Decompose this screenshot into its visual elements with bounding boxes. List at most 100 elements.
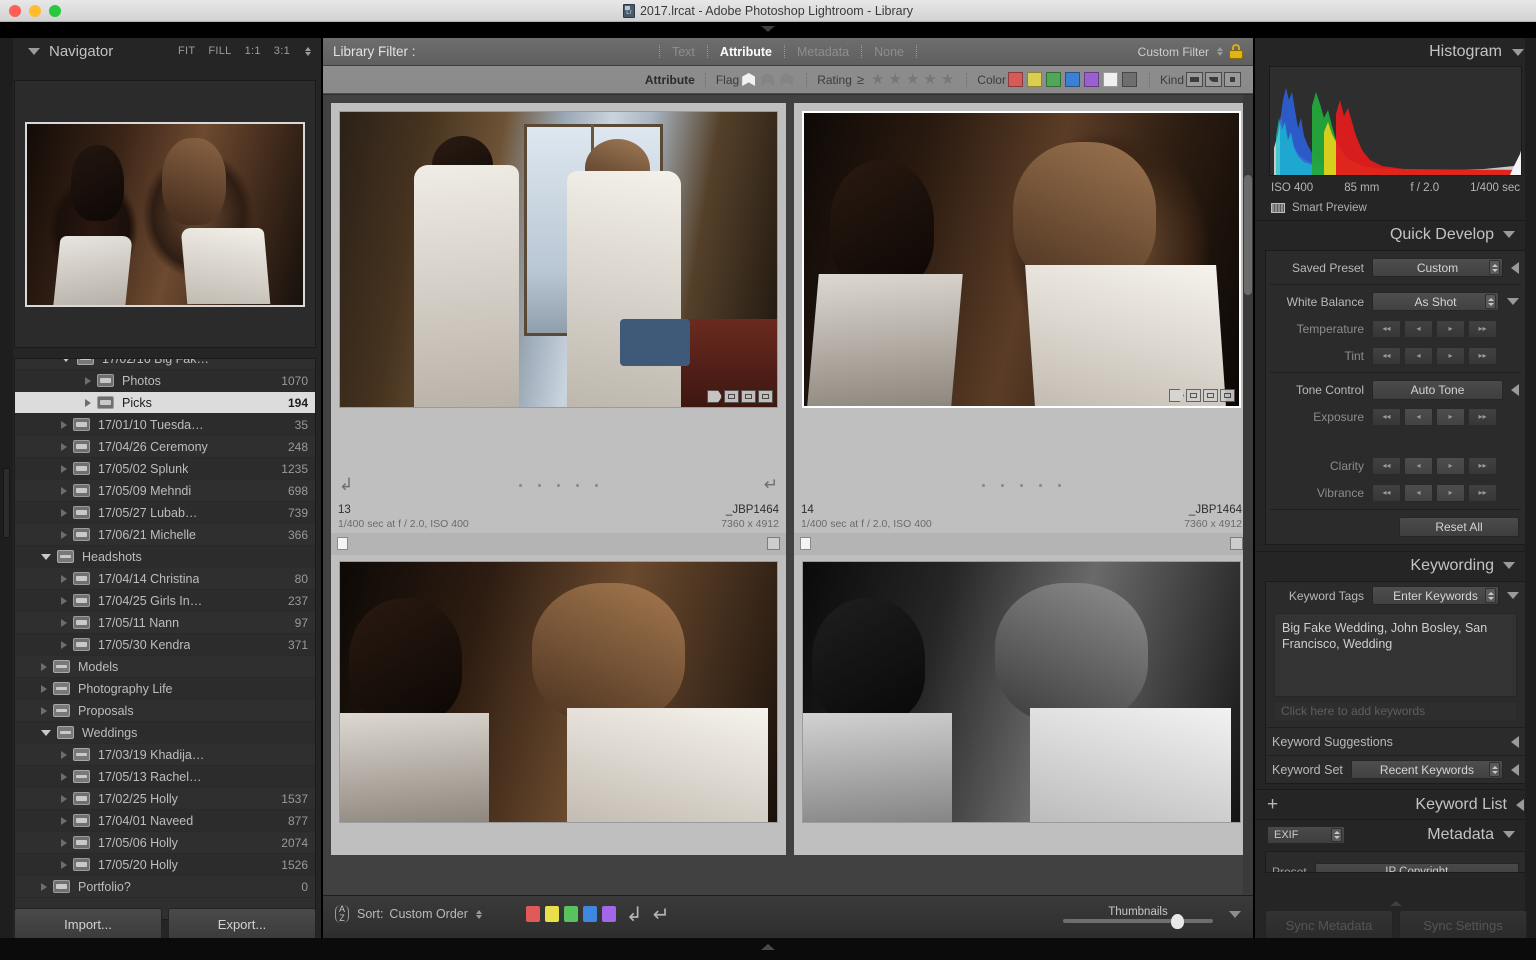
- chevron-right-icon[interactable]: [61, 420, 67, 429]
- stepper-icon[interactable]: [1485, 294, 1496, 309]
- color-filter-swatch-6[interactable]: [1102, 72, 1118, 87]
- chevron-right-icon[interactable]: [85, 376, 91, 385]
- keyword-tags-textarea[interactable]: Big Fake Wedding, John Bosley, San Franc…: [1274, 613, 1517, 697]
- folder-row[interactable]: Proposals: [15, 700, 315, 722]
- folder-row[interactable]: 17/05/02 Splunk 1235: [15, 458, 315, 480]
- tint-increase-large[interactable]: ▸▸: [1468, 346, 1497, 365]
- color-filter-swatch-7[interactable]: [1121, 72, 1137, 87]
- chevron-right-icon[interactable]: [61, 464, 67, 473]
- zoom-fit[interactable]: FIT: [178, 45, 195, 57]
- folder-row[interactable]: 17/04/14 Christina 80: [15, 568, 315, 590]
- keyword-tags-mode-select[interactable]: Enter Keywords: [1372, 586, 1499, 605]
- folder-row[interactable]: 17/05/20 Holly 1526: [15, 854, 315, 876]
- filter-tab-attribute[interactable]: Attribute: [716, 44, 776, 60]
- compare-cell-right[interactable]: ↲ ↵: [794, 103, 1249, 503]
- toolbar-color-label-1[interactable]: [525, 906, 540, 922]
- chevron-right-icon[interactable]: [61, 508, 67, 517]
- az-sort-icon[interactable]: AZ: [335, 905, 350, 923]
- metadata-badge-icon[interactable]: [741, 390, 756, 403]
- thumbnail-size-control[interactable]: Thumbnails: [1063, 906, 1213, 929]
- folder-row[interactable]: Photography Life: [15, 678, 315, 700]
- white-balance-select[interactable]: As Shot: [1372, 292, 1499, 311]
- toolbar-color-label-5[interactable]: [601, 906, 616, 922]
- navigator-preview[interactable]: [14, 80, 316, 348]
- crop-badge-icon[interactable]: [724, 390, 739, 403]
- left-panel-resize-handle[interactable]: [3, 468, 10, 538]
- chevron-right-icon[interactable]: [61, 794, 67, 803]
- close-button[interactable]: [9, 5, 21, 17]
- stepper-icon[interactable]: [1489, 762, 1500, 777]
- tint-decrease[interactable]: ◂: [1404, 346, 1433, 365]
- rotate-right-icon[interactable]: ↵: [764, 475, 778, 495]
- chevron-right-icon[interactable]: [61, 860, 67, 869]
- thumb-flag-row-left[interactable]: [331, 533, 786, 555]
- histogram-header[interactable]: Histogram: [1255, 38, 1536, 66]
- stepper-icon[interactable]: [1485, 588, 1496, 603]
- chevron-right-icon[interactable]: [61, 596, 67, 605]
- keyword-badge-icon[interactable]: [707, 390, 722, 403]
- stepper-icon[interactable]: [1331, 827, 1342, 842]
- rating-dots[interactable]: [982, 483, 1061, 487]
- chevron-down-icon[interactable]: [41, 553, 51, 560]
- saved-preset-select[interactable]: Custom: [1372, 258, 1503, 277]
- exposure-decrease[interactable]: ◂: [1404, 407, 1433, 426]
- chevron-right-icon[interactable]: [61, 618, 67, 627]
- filmstrip-expand-icon[interactable]: [761, 944, 775, 950]
- keyword-tags-disclosure-icon[interactable]: [1507, 592, 1519, 599]
- rotate-left-icon[interactable]: ↲: [339, 475, 353, 495]
- maximize-button[interactable]: [49, 5, 61, 17]
- zoom-fill[interactable]: FILL: [208, 45, 231, 57]
- exposure-nudge-group[interactable]: ◂◂ ◂ ▸ ▸▸: [1372, 407, 1497, 426]
- clarity-nudge-group[interactable]: ◂◂ ◂ ▸ ▸▸: [1372, 456, 1497, 475]
- white-balance-disclosure-icon[interactable]: [1507, 298, 1519, 305]
- sort-value[interactable]: Custom Order: [389, 907, 468, 921]
- chevron-down-icon[interactable]: [61, 359, 71, 362]
- color-filter-swatch-2[interactable]: [1026, 72, 1042, 87]
- develop-badge-icon[interactable]: [758, 390, 773, 403]
- chevron-right-icon[interactable]: [61, 772, 67, 781]
- folder-row[interactable]: 17/04/01 Naveed 877: [15, 810, 315, 832]
- clarity-decrease[interactable]: ◂: [1404, 456, 1433, 475]
- sync-metadata-button[interactable]: Sync Metadata: [1265, 910, 1393, 940]
- flag-rejected-icon[interactable]: [780, 73, 794, 86]
- smart-preview-status[interactable]: Smart Preview: [1271, 202, 1520, 214]
- tone-control-disclosure-icon[interactable]: [1511, 383, 1519, 396]
- star-icon-4[interactable]: ★: [923, 72, 936, 87]
- chevron-right-icon[interactable]: [61, 442, 67, 451]
- chevron-down-icon[interactable]: [1503, 831, 1515, 838]
- thumb-flag-row-right[interactable]: [794, 533, 1249, 555]
- filter-tab-text[interactable]: Text: [668, 44, 699, 60]
- sort-stepper-icon[interactable]: [475, 909, 482, 919]
- keywording-header[interactable]: Keywording: [1255, 551, 1536, 579]
- folder-row[interactable]: Headshots: [15, 546, 315, 568]
- badge-placeholder-icon[interactable]: [1230, 537, 1243, 550]
- flag-icon[interactable]: [337, 537, 348, 550]
- folder-row[interactable]: 17/05/27 Lubab… 739: [15, 502, 315, 524]
- chevron-right-icon[interactable]: [41, 684, 47, 693]
- navigator-zoom-levels[interactable]: FIT FILL 1:1 3:1: [178, 45, 311, 57]
- compare-cell-left[interactable]: ↲ ↵: [331, 103, 786, 503]
- chevron-right-icon[interactable]: [85, 398, 91, 407]
- zoom-1-1[interactable]: 1:1: [245, 45, 261, 57]
- photo-right[interactable]: [802, 111, 1241, 408]
- vibrance-increase[interactable]: ▸: [1436, 483, 1465, 502]
- chevron-right-icon[interactable]: [41, 706, 47, 715]
- export-button[interactable]: Export...: [168, 908, 316, 940]
- star-icon-2[interactable]: ★: [888, 72, 901, 87]
- histogram-chart[interactable]: [1269, 66, 1522, 176]
- add-keyword-icon[interactable]: +: [1267, 795, 1278, 814]
- folders-tree[interactable]: 17/02/16 Big Fak… Photos 1070 Picks 194 17/01…: [14, 358, 316, 920]
- folder-row[interactable]: 17/02/25 Holly 1537: [15, 788, 315, 810]
- tint-increase[interactable]: ▸: [1436, 346, 1465, 365]
- photo-right-badges[interactable]: [1169, 389, 1235, 402]
- vibrance-decrease[interactable]: ◂: [1404, 483, 1433, 502]
- chevron-right-icon[interactable]: [61, 816, 67, 825]
- thumbnail-cell-4[interactable]: [794, 555, 1249, 855]
- saved-preset-disclosure-icon[interactable]: [1511, 261, 1519, 274]
- star-icon-5[interactable]: ★: [941, 72, 954, 87]
- keyword-suggestions-disclosure-icon[interactable]: [1511, 735, 1519, 748]
- rotate-left-icon[interactable]: ↲: [626, 902, 643, 927]
- metadata-preset-select[interactable]: IP Copyright: [1314, 863, 1519, 872]
- folder-row[interactable]: Models: [15, 656, 315, 678]
- chevron-right-icon[interactable]: [61, 574, 67, 583]
